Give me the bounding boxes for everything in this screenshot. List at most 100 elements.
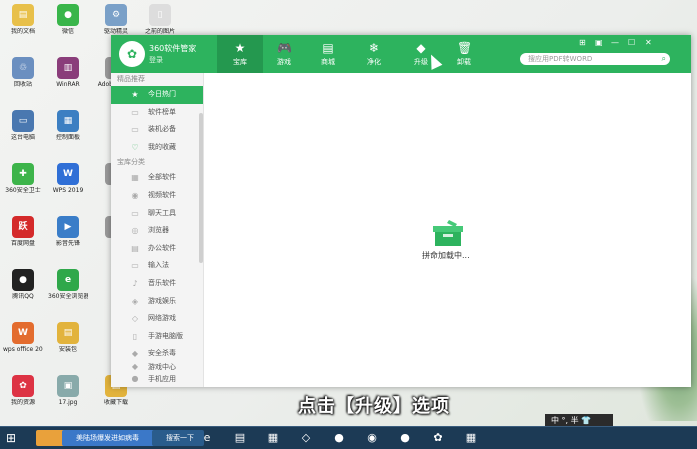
sidebar-item[interactable]: ▤ 办公软件: [111, 240, 203, 258]
taskbar-app-icon[interactable]: ●: [396, 430, 414, 446]
search-icon[interactable]: ⌕: [662, 54, 666, 64]
desktop-icon[interactable]: 跃百度网盘: [3, 216, 43, 247]
sidebar-item[interactable]: ▦ 全部软件: [111, 169, 203, 187]
desktop-icon-label: 17.jpg: [58, 399, 78, 406]
app-title: 360软件管家: [149, 44, 197, 53]
desktop-app-icon: 跃: [12, 216, 34, 238]
sidebar-item[interactable]: ▭ 软件榜单: [111, 104, 203, 122]
desktop-app-icon: ▯: [149, 4, 171, 26]
sidebar-scrollbar[interactable]: [199, 113, 203, 263]
desktop-icon[interactable]: ⚙ 驱动精灵: [96, 4, 136, 35]
nav-tab-0[interactable]: ★ 宝库: [217, 35, 263, 73]
desktop-app-icon: W: [12, 322, 34, 344]
taskbar-app-icon[interactable]: ✿: [429, 430, 447, 446]
login-link[interactable]: 登录: [149, 55, 163, 65]
taskbar-app-icon[interactable]: ▦: [462, 430, 480, 446]
sidebar-item-icon: ●: [131, 374, 139, 383]
sidebar-item-icon: ▭: [131, 261, 139, 271]
sidebar-item[interactable]: ♪ 音乐软件: [111, 275, 203, 293]
nav-tab-label: 卸载: [457, 58, 471, 66]
desktop-app-icon: ✚: [12, 163, 34, 185]
sidebar-item-icon: ◎: [131, 226, 139, 236]
desktop-icon-label: 安装包: [58, 346, 77, 353]
nav-tab-2[interactable]: ▤ 商城: [305, 35, 351, 73]
desktop-icon[interactable]: ▶ 影音先锋: [48, 216, 88, 247]
desktop-app-icon: ▭: [12, 110, 34, 132]
taskbar-app-icon[interactable]: ◇: [297, 430, 315, 446]
sidebar-item[interactable]: ▭ 装机必备: [111, 121, 203, 139]
desktop-icon[interactable]: ▣ 17.jpg: [48, 375, 88, 406]
desktop-icon[interactable]: e 360安全浏览器: [48, 269, 88, 300]
desktop-icon[interactable]: W WPS 2019: [48, 163, 88, 194]
desktop-app-icon: e: [57, 269, 79, 291]
desktop-app-icon: ▦: [57, 110, 79, 132]
window-control-icon[interactable]: ⊞: [579, 38, 586, 47]
desktop-icon[interactable]: ▦ 控制面板: [48, 110, 88, 141]
sidebar-item[interactable]: ▭ 聊天工具: [111, 205, 203, 223]
sidebar: 精品推荐 ★ 今日热门 ▭ 软件榜单 ▭ 装机必备 ♡ 我的收藏 宝库分类 ▦ 全部软件 ◉ 视频软…: [111, 73, 204, 387]
sidebar-item[interactable]: ◇ 网络游戏: [111, 310, 203, 328]
sidebar-item-icon: ▭: [131, 208, 139, 218]
window-control-icon[interactable]: ▣: [595, 38, 603, 47]
desktop-icon-label: 我的资源: [10, 399, 35, 406]
desktop-icon[interactable]: ▤ 我的文档: [3, 4, 43, 35]
taskbar-app-icon[interactable]: ▦: [264, 430, 282, 446]
desktop-icon-label: 微信: [61, 28, 74, 35]
desktop-app-icon: ▥: [57, 57, 79, 79]
window-control-icon[interactable]: ☐: [628, 38, 635, 47]
nav-tab-icon: ❄: [368, 41, 380, 55]
desktop-icon[interactable]: ● 微信: [48, 4, 88, 35]
sidebar-footer: ◆ 游戏中心 ● 手机应用: [111, 361, 203, 387]
sidebar-item-icon: ◆: [131, 349, 139, 359]
window-control-icon[interactable]: ✕: [645, 38, 652, 47]
desktop-icon-label: 影音先锋: [55, 240, 80, 247]
taskbar-app-icon[interactable]: ●: [330, 430, 348, 446]
window-control-icon[interactable]: —: [611, 38, 619, 47]
search-input[interactable]: 搜应用PDF转WORD ⌕: [520, 53, 670, 65]
taskbar-app-icon[interactable]: ◉: [363, 430, 381, 446]
nav-tab-3[interactable]: ❄ 净化: [351, 35, 397, 73]
taskbar-item[interactable]: 美陆场爆发进如病毒: [62, 430, 164, 446]
sidebar-item[interactable]: ▯ 手游电脑版: [111, 328, 203, 346]
title-bar: ✿ 360软件管家 登录 ★ 宝库 🎮 游戏 ▤ 商城 ❄ 净化 ◆ 升级 🗑 卸载 搜应用PDF转W…: [111, 35, 691, 73]
desktop-icon[interactable]: ▭ 这台电脑: [3, 110, 43, 141]
nav-tab-icon: 🗑: [457, 41, 473, 55]
desktop-icon[interactable]: Wwps office 2019 v11.1: [3, 322, 43, 353]
taskbar: ⊞ 美陆场爆发进如病毒 搜索一下 e ▤ ▦ ◇ ● ◉ ● ✿ ▦: [0, 426, 697, 449]
sidebar-item[interactable]: ★ 今日热门: [111, 86, 203, 104]
sidebar-item[interactable]: ◆ 游戏中心: [111, 361, 203, 373]
desktop-icon[interactable]: ● 腾讯QQ: [3, 269, 43, 300]
desktop-icon-label: WinRAR: [56, 81, 80, 88]
desktop-app-icon: W: [57, 163, 79, 185]
desktop-icon[interactable]: ▥ WinRAR: [48, 57, 88, 88]
nav-tab-5[interactable]: 🗑 卸载: [441, 35, 487, 73]
desktop-icon-label: 驱动精灵: [103, 28, 128, 35]
sidebar-item[interactable]: ◉ 视频软件: [111, 187, 203, 205]
desktop-icon-label: 之前的图片: [144, 28, 175, 35]
desktop-icon-label: WPS 2019: [52, 187, 84, 194]
nav-tab-icon: ★: [234, 41, 246, 55]
taskbar-app-icon[interactable]: ▤: [231, 430, 249, 446]
nav-tab-icon: ◆: [416, 41, 426, 55]
desktop-icon[interactable]: ▤ 安装包: [48, 322, 88, 353]
sidebar-item[interactable]: ▭ 输入法: [111, 257, 203, 275]
sidebar-item[interactable]: ◈ 游戏娱乐: [111, 293, 203, 311]
desktop-icon[interactable]: ✿ 我的资源: [3, 375, 43, 406]
nav-tab-1[interactable]: 🎮 游戏: [261, 35, 307, 73]
taskbar-item[interactable]: 搜索一下: [152, 430, 204, 446]
desktop-icon-label: 收藏下载: [103, 399, 128, 406]
sidebar-item[interactable]: ● 手机应用: [111, 373, 203, 385]
desktop-icon-label: 我的文档: [10, 28, 35, 35]
desktop-icon[interactable]: ✚ 360安全卫士: [3, 163, 43, 194]
sidebar-item[interactable]: ◎ 浏览器: [111, 222, 203, 240]
sidebar-section-categories: 宝库分类: [117, 158, 145, 167]
start-icon[interactable]: ⊞: [3, 430, 19, 446]
desktop-app-icon: ▶: [57, 216, 79, 238]
video-subtitle: 点击【升级】选项: [298, 396, 450, 417]
sidebar-item[interactable]: ♡ 我的收藏: [111, 139, 203, 157]
desktop-icon[interactable]: ♲ 回收站: [3, 57, 43, 88]
desktop-icon[interactable]: ▯ 之前的图片: [140, 4, 180, 35]
taskbar-app-icon[interactable]: e: [198, 430, 216, 446]
sidebar-item-icon: ♡: [131, 142, 139, 152]
desktop-app-icon: ▣: [57, 375, 79, 397]
